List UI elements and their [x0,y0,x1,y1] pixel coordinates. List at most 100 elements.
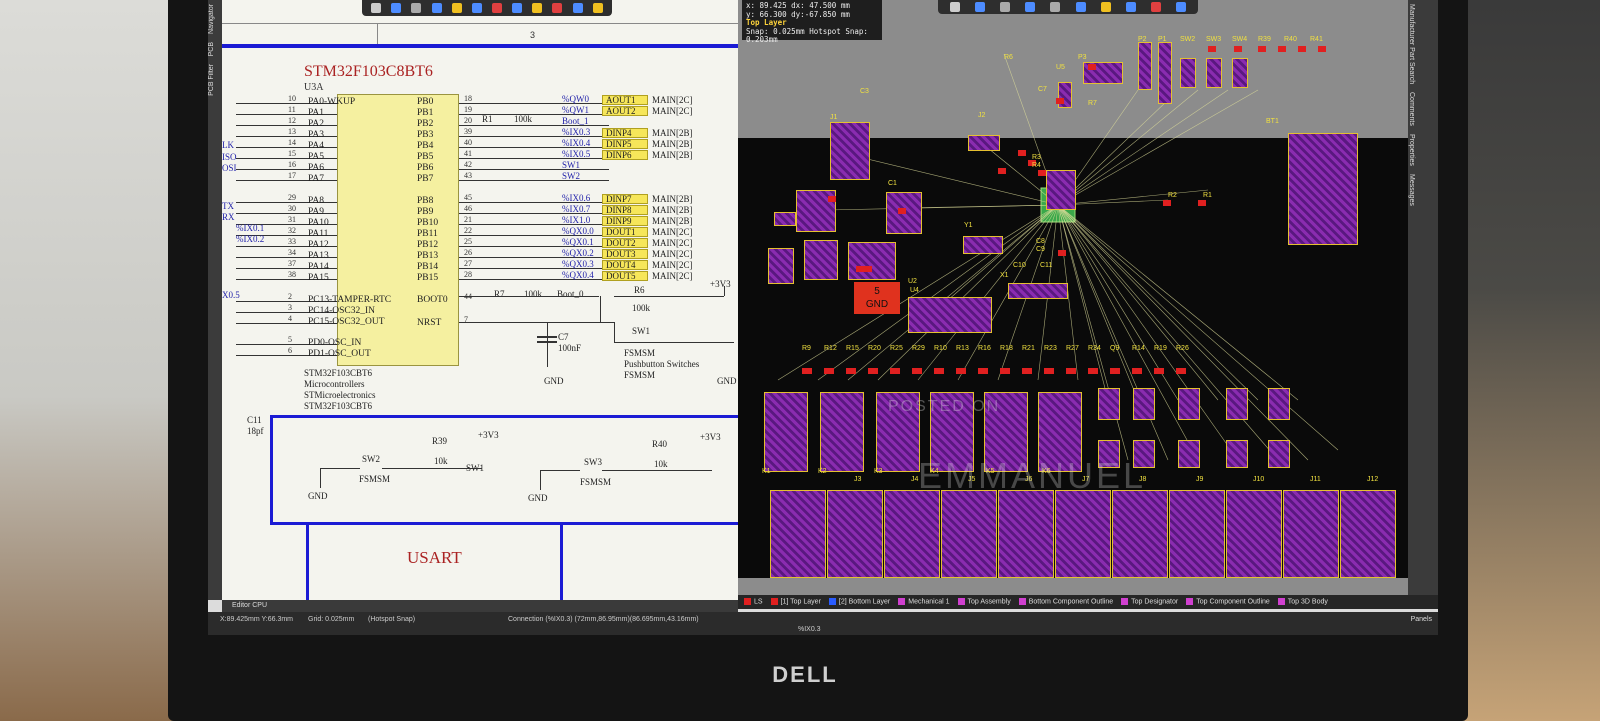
pcb-connector[interactable] [770,490,826,578]
no-erc-icon[interactable] [552,3,563,13]
pcb-editor[interactable]: x: 89.425 dx: 47.500 mm y: 66.300 dy:-67… [738,0,1408,595]
port-dout1[interactable]: DOUT1 [602,227,648,237]
pcb-connector[interactable] [941,490,997,578]
port-dinp8[interactable]: DINP8 [602,205,648,215]
pin-name[interactable]: PA13 [308,251,329,261]
pin-name[interactable]: PD0-OSC_IN [308,338,361,348]
pin-name[interactable]: PA4 [308,141,324,151]
pin-name[interactable]: PA9 [308,207,324,217]
pin-name[interactable]: PA14 [308,262,329,272]
pin-name[interactable]: PB15 [417,273,438,283]
pcb-component[interactable] [1206,58,1222,88]
pcb-transistor[interactable] [1098,388,1120,420]
port-dinp5[interactable]: DINP5 [602,139,648,149]
pcb-component[interactable] [1058,82,1072,108]
pcb-component[interactable] [774,212,796,226]
layer-tab[interactable]: Top Component Outline [1186,598,1270,606]
pcb-connector[interactable] [1226,490,1282,578]
shape-icon[interactable] [592,3,603,13]
pcb-component[interactable] [1008,283,1068,299]
pcb-component[interactable] [804,240,838,280]
tab-messages[interactable]: Messages [1408,170,1415,210]
pin-name[interactable]: PC13-TAMPER-RTC [308,295,391,305]
pin-name[interactable]: PB14 [417,262,438,272]
pin-name[interactable]: PB4 [417,141,433,151]
layer-tab[interactable]: Mechanical 1 [898,598,950,606]
filter-icon[interactable] [371,3,382,13]
pin-name[interactable]: PA5 [308,152,324,162]
pin-name[interactable]: PB7 [417,174,433,184]
text-icon[interactable] [572,3,583,13]
pcb-transistor[interactable] [1268,440,1290,468]
pcb-component[interactable] [1288,133,1358,245]
port-dout4[interactable]: DOUT4 [602,260,648,270]
pin-name[interactable]: PA6 [308,163,324,173]
pcb-component[interactable] [1158,42,1172,104]
pin-name[interactable]: PC14-OSC32_IN [308,306,375,316]
pcb-component[interactable] [830,122,870,180]
pin-name[interactable]: PB9 [417,207,433,217]
pin-name[interactable]: PC15-OSC32_OUT [308,317,385,327]
bus-icon[interactable] [512,3,523,13]
layer-tab[interactable]: [2] Bottom Layer [828,598,890,606]
pcb-transistor[interactable] [1268,388,1290,420]
pin-name[interactable]: PB2 [417,119,433,129]
tab-manufacturer-part-search[interactable]: Manufacturer Part Search [1408,0,1415,88]
pin-name[interactable]: PB10 [417,218,438,228]
part-icon[interactable] [451,3,462,13]
pin-name[interactable]: PB13 [417,251,438,261]
pcb-component[interactable] [768,248,794,284]
pcb-transistor[interactable] [1226,440,1248,468]
pin-name[interactable]: PA10 [308,218,329,228]
pcb-component[interactable] [848,242,896,280]
editor-tabs[interactable]: Editor CPU [222,600,738,612]
pcb-connector[interactable] [1283,490,1339,578]
pcb-connector[interactable] [884,490,940,578]
power-icon[interactable] [492,3,503,13]
pin-name[interactable]: PA7 [308,174,324,184]
tab-pcb[interactable]: PCB [208,38,215,60]
pcb-component[interactable] [1232,58,1248,88]
pin-name[interactable]: PA11 [308,229,328,239]
pin-name[interactable]: BOOT0 [417,295,448,305]
pin-name[interactable]: PB8 [417,196,433,206]
layer-tab[interactable]: Top Assembly [957,598,1011,606]
pcb-transistor[interactable] [1133,388,1155,420]
port-dinp9[interactable]: DINP9 [602,216,648,226]
port-aout2[interactable]: AOUT2 [602,106,648,116]
pin-name[interactable]: PA8 [308,196,324,206]
pcb-component[interactable] [968,135,1000,151]
move-icon[interactable] [391,3,402,13]
pin-name[interactable]: PB11 [417,229,438,239]
port-aout1[interactable]: AOUT1 [602,95,648,105]
pcb-connector[interactable] [998,490,1054,578]
pcb-relay[interactable] [820,392,864,472]
tab-properties[interactable]: Properties [1408,130,1415,170]
pcb-transistor[interactable] [1178,388,1200,420]
gnd-pad[interactable]: 5 GND [854,282,900,314]
port-icon[interactable] [532,3,543,13]
pcb-connector[interactable] [827,490,883,578]
pcb-connector[interactable] [1055,490,1111,578]
pin-name[interactable]: PB1 [417,108,433,118]
tab-comments[interactable]: Comments [1408,88,1415,130]
port-dinp7[interactable]: DINP7 [602,194,648,204]
wire-icon[interactable] [471,3,482,13]
pin-name[interactable]: PB0 [417,97,433,107]
pin-name[interactable]: PA12 [308,240,329,250]
tab-pcb-filter[interactable]: PCB Filter [208,60,215,100]
pin-name[interactable]: PB12 [417,240,438,250]
pin-name[interactable]: PB5 [417,152,433,162]
pcb-transistor[interactable] [1226,388,1248,420]
pin-name[interactable]: PA1 [308,108,324,118]
pcb-relay[interactable] [764,392,808,472]
pin-name[interactable]: PA2 [308,119,324,129]
select-icon[interactable] [411,3,422,13]
pcb-component[interactable] [1138,42,1152,90]
pcb-transistor[interactable] [1178,440,1200,468]
pin-name[interactable]: PA0-WKUP [308,97,355,107]
pcb-component[interactable] [963,236,1003,254]
pin-name[interactable]: PB6 [417,163,433,173]
tab-navigator[interactable]: Navigator [208,0,215,38]
layer-tab[interactable]: LS [744,598,763,606]
